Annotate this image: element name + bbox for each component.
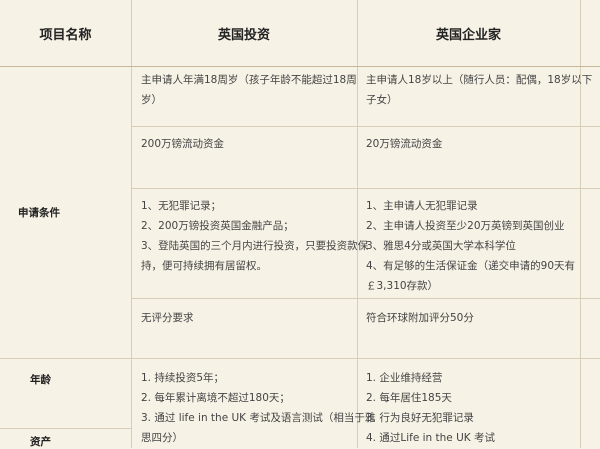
text-line: 200万镑流动资金 bbox=[141, 138, 225, 150]
row-label-assets: 资产 bbox=[30, 436, 51, 448]
entrepreneur-funds-requirement: 20万镑流动资金 bbox=[366, 134, 442, 154]
column-divider bbox=[131, 0, 132, 448]
text-line: 2. 每年累计离境不超过180天； bbox=[141, 392, 290, 404]
entrepreneur-conditions-list: 1、主申请人无犯罪记录 2、主申请人投资至少20万英镑到英国创业 3、雅思4分或… bbox=[366, 196, 575, 296]
text-line: 主申请人18岁以上（随行人员：配偶，18岁以下 bbox=[366, 74, 593, 86]
text-line: 思四分） bbox=[141, 432, 183, 444]
text-line: 3. 行为良好无犯罪记录 bbox=[366, 412, 474, 424]
row-divider bbox=[0, 428, 131, 429]
text-line: 子女） bbox=[366, 94, 398, 106]
text-line: 岁） bbox=[141, 94, 162, 106]
text-line: 2、200万镑投资英国金融产品； bbox=[141, 220, 294, 232]
text-line: 3、登陆英国的三个月内进行投资，只要投资款保 bbox=[141, 240, 369, 252]
text-line: 持，便可持续拥有居留权。 bbox=[141, 260, 267, 272]
text-line: 1. 企业维持经营 bbox=[366, 372, 443, 384]
row-label-conditions: 申请条件 bbox=[18, 207, 60, 219]
entrepreneur-score-requirement: 符合环球附加评分50分 bbox=[366, 308, 474, 328]
text-line: 2. 每年居住185天 bbox=[366, 392, 452, 404]
investor-conditions-list: 1、无犯罪记录； 2、200万镑投资英国金融产品； 3、登陆英国的三个月内进行投… bbox=[141, 196, 368, 276]
text-line: 无评分要求 bbox=[141, 312, 194, 324]
text-line: 3、雅思4分或英国大学本科学位 bbox=[366, 240, 516, 252]
text-line: 符合环球附加评分50分 bbox=[366, 312, 474, 324]
investor-age-requirement: 主申请人年满18周岁（孩子年龄不能超过18周 岁） bbox=[141, 70, 357, 110]
text-line: 1、主申请人无犯罪记录 bbox=[366, 200, 478, 212]
text-line: 1. 持续投资5年； bbox=[141, 372, 225, 384]
text-line: ￡3,310存款） bbox=[366, 280, 439, 292]
text-line: 4、有足够的生活保证金（递交申请的90天有 bbox=[366, 260, 576, 272]
text-line: 3. 通过 life in the UK 考试及语言测试（相当于雅 bbox=[141, 412, 376, 424]
row-divider bbox=[0, 358, 131, 359]
row-divider bbox=[131, 188, 600, 189]
investor-score-requirement: 无评分要求 bbox=[141, 308, 194, 328]
header-project-name: 项目名称 bbox=[39, 27, 92, 43]
entrepreneur-age-requirement: 主申请人18岁以上（随行人员：配偶，18岁以下 子女） bbox=[366, 70, 592, 110]
investor-settlement-requirements: 1. 持续投资5年； 2. 每年累计离境不超过180天； 3. 通过 life … bbox=[141, 368, 375, 448]
row-divider bbox=[131, 358, 600, 359]
header-uk-investor: 英国投资 bbox=[217, 27, 270, 43]
text-line: 2、主申请人投资至少20万英镑到英国创业 bbox=[366, 220, 565, 232]
column-divider bbox=[580, 0, 581, 448]
row-divider bbox=[131, 126, 600, 127]
header-divider bbox=[0, 66, 600, 67]
text-line: 主申请人年满18周岁（孩子年龄不能超过18周 bbox=[141, 74, 357, 86]
text-line: 20万镑流动资金 bbox=[366, 138, 443, 150]
text-line: 1、无犯罪记录； bbox=[141, 200, 222, 212]
header-uk-entrepreneur: 英国企业家 bbox=[435, 27, 501, 43]
investor-funds-requirement: 200万镑流动资金 bbox=[141, 134, 224, 154]
entrepreneur-settlement-requirements: 1. 企业维持经营 2. 每年居住185天 3. 行为良好无犯罪记录 4. 通过… bbox=[366, 368, 495, 448]
row-label-age: 年龄 bbox=[30, 374, 51, 386]
text-line: 4. 通过Life in the UK 考试 bbox=[366, 432, 496, 444]
row-divider bbox=[131, 298, 600, 299]
